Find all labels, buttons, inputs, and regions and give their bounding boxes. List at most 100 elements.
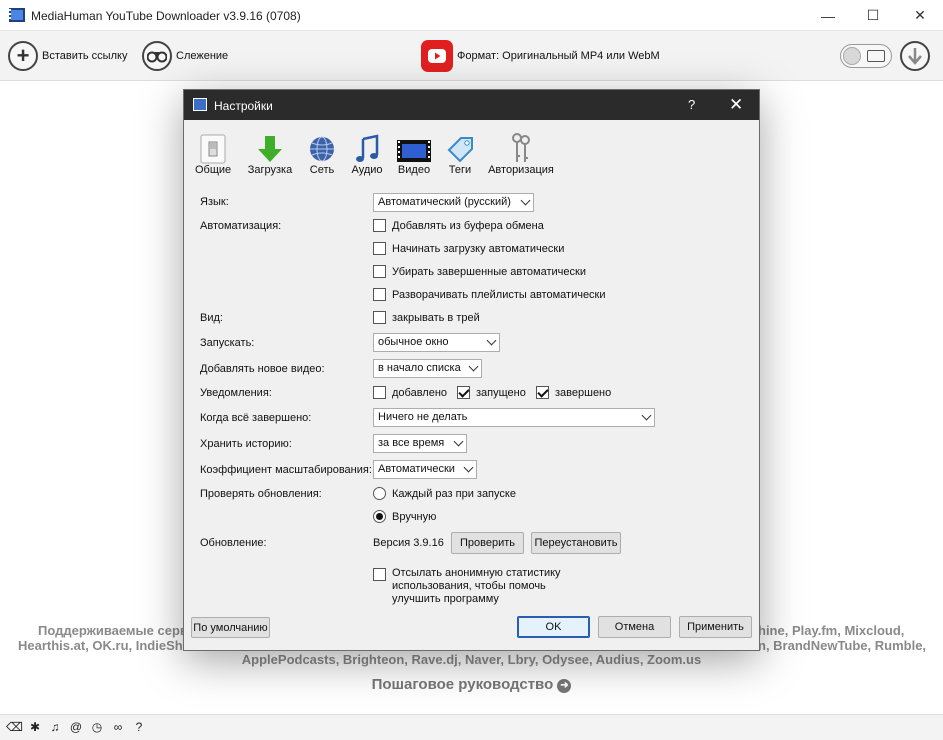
tab-video[interactable]: Видео xyxy=(396,130,432,176)
tab-tags[interactable]: Теги xyxy=(443,130,477,176)
scale-select[interactable]: Автоматически xyxy=(373,460,477,479)
music-note-icon[interactable]: ♫ xyxy=(48,720,62,734)
checkbox-label: добавлено xyxy=(392,386,448,399)
minimize-button[interactable]: — xyxy=(805,0,851,31)
settings-dialog-icon xyxy=(193,98,207,111)
chevron-down-icon xyxy=(468,361,479,372)
defaults-button[interactable]: По умолчанию xyxy=(191,617,270,638)
window-titlebar: MediaHuman YouTube Downloader v3.9.16 (0… xyxy=(0,0,943,31)
download-arrow-icon xyxy=(244,130,296,164)
checkbox-label: Отсылать анонимную статистику использова… xyxy=(392,567,561,605)
step-guide-link[interactable]: Пошаговое руководство ➜ xyxy=(0,676,943,693)
history-label: Хранить историю: xyxy=(200,438,292,450)
tab-download[interactable]: Загрузка xyxy=(244,130,296,176)
switch-icon xyxy=(195,130,231,164)
history-select[interactable]: за все время xyxy=(373,434,467,453)
step-guide-label: Пошаговое руководство xyxy=(371,676,554,693)
supported-services-text: ApplePodcasts, Brighteon, Rave.dj, Naver… xyxy=(241,652,702,667)
snail-icon[interactable]: @ xyxy=(69,720,83,734)
checkbox[interactable] xyxy=(536,386,549,399)
checkbox-label: Разворачивать плейлисты автоматически xyxy=(392,288,606,301)
checkbox[interactable] xyxy=(373,288,386,301)
checkbox[interactable] xyxy=(373,568,386,581)
notify-added-checkbox[interactable]: добавлено xyxy=(373,386,447,399)
help-icon[interactable]: ? xyxy=(132,720,146,734)
paste-link-button[interactable]: + Вставить ссылку xyxy=(8,39,127,73)
youtube-icon xyxy=(421,40,453,72)
tab-label: Видео xyxy=(397,164,431,176)
radio-label: Каждый раз при запуске xyxy=(392,487,516,500)
toolbar: + Вставить ссылку Слежение Формат: Ориги… xyxy=(0,31,943,81)
automation-label: Автоматизация: xyxy=(200,220,282,232)
app-icon xyxy=(9,8,25,22)
auto-expand-playlists-checkbox[interactable]: Разворачивать плейлисты автоматически xyxy=(373,288,606,301)
gear-icon[interactable]: ✱ xyxy=(28,720,42,734)
broom-icon[interactable]: ⌫ xyxy=(6,720,23,734)
launch-value: обычное окно xyxy=(378,336,449,348)
notify-finished-checkbox[interactable]: завершено xyxy=(536,386,611,399)
tab-general[interactable]: Общие xyxy=(195,130,231,176)
video-mode-toggle[interactable] xyxy=(840,44,892,68)
statusbar: ⌫ ✱ ♫ @ ◷ ∞ ? xyxy=(0,714,943,740)
help-button[interactable]: ? xyxy=(688,97,695,112)
check-update-button[interactable]: Проверить xyxy=(451,532,524,554)
reinstall-button[interactable]: Переустановить xyxy=(531,532,621,554)
add-new-video-select[interactable]: в начало списка xyxy=(373,359,482,378)
tab-label: Теги xyxy=(448,164,472,176)
dialog-titlebar: Настройки ? ✕ xyxy=(184,90,759,120)
close-dialog-button[interactable]: ✕ xyxy=(729,95,743,115)
binoculars-icon[interactable]: ∞ xyxy=(111,720,125,734)
update-every-launch-radio[interactable]: Каждый раз при запуске xyxy=(373,487,516,500)
tab-audio[interactable]: Аудио xyxy=(349,130,385,176)
tab-label: Общие xyxy=(195,164,232,176)
add-new-video-label: Добавлять новое видео: xyxy=(200,363,325,375)
auto-start-checkbox[interactable]: Начинать загрузку автоматически xyxy=(373,242,564,255)
checkbox[interactable] xyxy=(373,265,386,278)
checkbox[interactable] xyxy=(373,242,386,255)
film-icon xyxy=(867,50,885,62)
tab-label: Сеть xyxy=(309,164,335,176)
close-window-button[interactable]: ✕ xyxy=(897,0,943,31)
tracking-label: Слежение xyxy=(176,50,229,62)
clock-icon[interactable]: ◷ xyxy=(90,720,104,734)
view-label: Вид: xyxy=(200,312,223,324)
tracking-button[interactable]: Слежение xyxy=(142,39,228,73)
cancel-button[interactable]: Отмена xyxy=(598,616,671,638)
checkbox-label: Убирать завершенные автоматически xyxy=(392,265,586,278)
radio-button[interactable] xyxy=(373,487,386,500)
launch-select[interactable]: обычное окно xyxy=(373,333,500,352)
minimize-to-tray-checkbox[interactable]: закрывать в трей xyxy=(373,311,480,324)
apply-button[interactable]: Применить xyxy=(679,616,752,638)
notify-started-checkbox[interactable]: запущено xyxy=(457,386,526,399)
chevron-down-icon xyxy=(641,410,652,421)
radio-button[interactable] xyxy=(373,510,386,523)
language-select[interactable]: Автоматический (русский) xyxy=(373,193,534,212)
ok-button[interactable]: OK xyxy=(517,616,590,638)
keys-icon xyxy=(486,130,556,164)
checkbox[interactable] xyxy=(373,311,386,324)
history-value: за все время xyxy=(378,437,445,449)
checkbox-label: закрывать в трей xyxy=(392,311,480,324)
checkbox[interactable] xyxy=(457,386,470,399)
download-all-button[interactable] xyxy=(900,39,930,73)
auto-remove-checkbox[interactable]: Убирать завершенные автоматически xyxy=(373,265,586,278)
notifications-label: Уведомления: xyxy=(200,387,272,399)
update-label: Обновление: xyxy=(200,537,267,549)
checkbox[interactable] xyxy=(373,386,386,399)
chevron-down-icon xyxy=(486,335,497,346)
tab-authorization[interactable]: Авторизация xyxy=(486,130,556,176)
film-icon xyxy=(396,130,432,164)
send-stats-checkbox[interactable]: Отсылать анонимную статистику использова… xyxy=(373,567,582,606)
update-check-label: Проверять обновления: xyxy=(200,488,322,500)
tag-icon xyxy=(443,130,477,164)
update-manual-radio[interactable]: Вручную xyxy=(373,510,436,523)
supported-services-text: Поддерживаемые серв xyxy=(38,623,188,638)
format-button[interactable]: Формат: Оригинальный MP4 или WebM xyxy=(421,39,660,73)
tab-network[interactable]: Сеть xyxy=(306,130,338,176)
add-new-video-value: в начало списка xyxy=(378,362,461,374)
maximize-button[interactable]: ☐ xyxy=(850,0,896,31)
auto-clipboard-checkbox[interactable]: Добавлять из буфера обмена xyxy=(373,219,544,232)
when-done-select[interactable]: Ничего не делать xyxy=(373,408,655,427)
language-value: Автоматический (русский) xyxy=(378,196,511,208)
checkbox[interactable] xyxy=(373,219,386,232)
